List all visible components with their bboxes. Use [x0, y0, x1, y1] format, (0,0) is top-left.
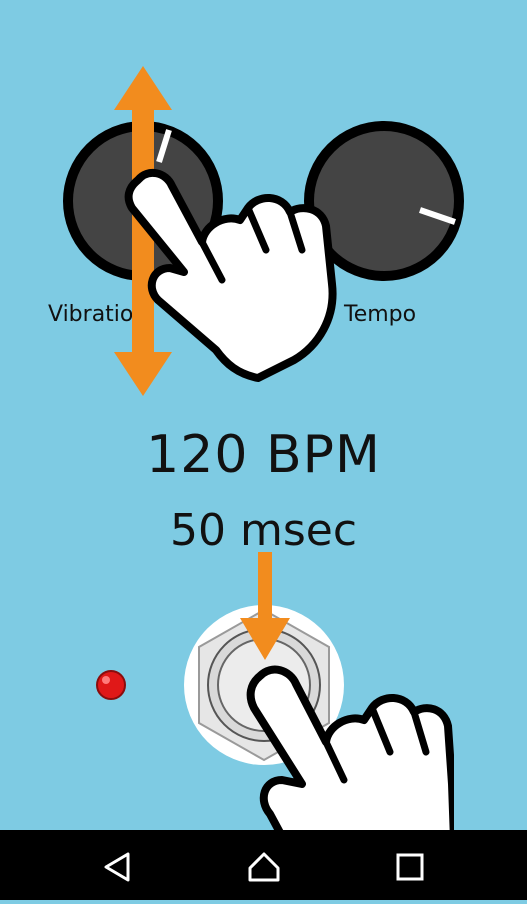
press-down-arrow-icon	[240, 552, 290, 660]
home-icon	[248, 852, 280, 882]
hand-drag-icon	[124, 168, 337, 382]
msec-display: 50 msec	[169, 505, 358, 556]
recents-icon	[396, 853, 424, 881]
recents-button[interactable]	[380, 830, 440, 900]
tempo-label: Tempo	[344, 302, 417, 327]
home-button[interactable]	[234, 830, 294, 900]
bpm-display: 120 BPM	[146, 425, 381, 485]
led-indicator	[96, 670, 126, 700]
navigation-bar	[0, 830, 527, 900]
back-button[interactable]	[88, 830, 148, 900]
back-icon	[104, 852, 130, 882]
hand-press-icon	[246, 665, 454, 840]
